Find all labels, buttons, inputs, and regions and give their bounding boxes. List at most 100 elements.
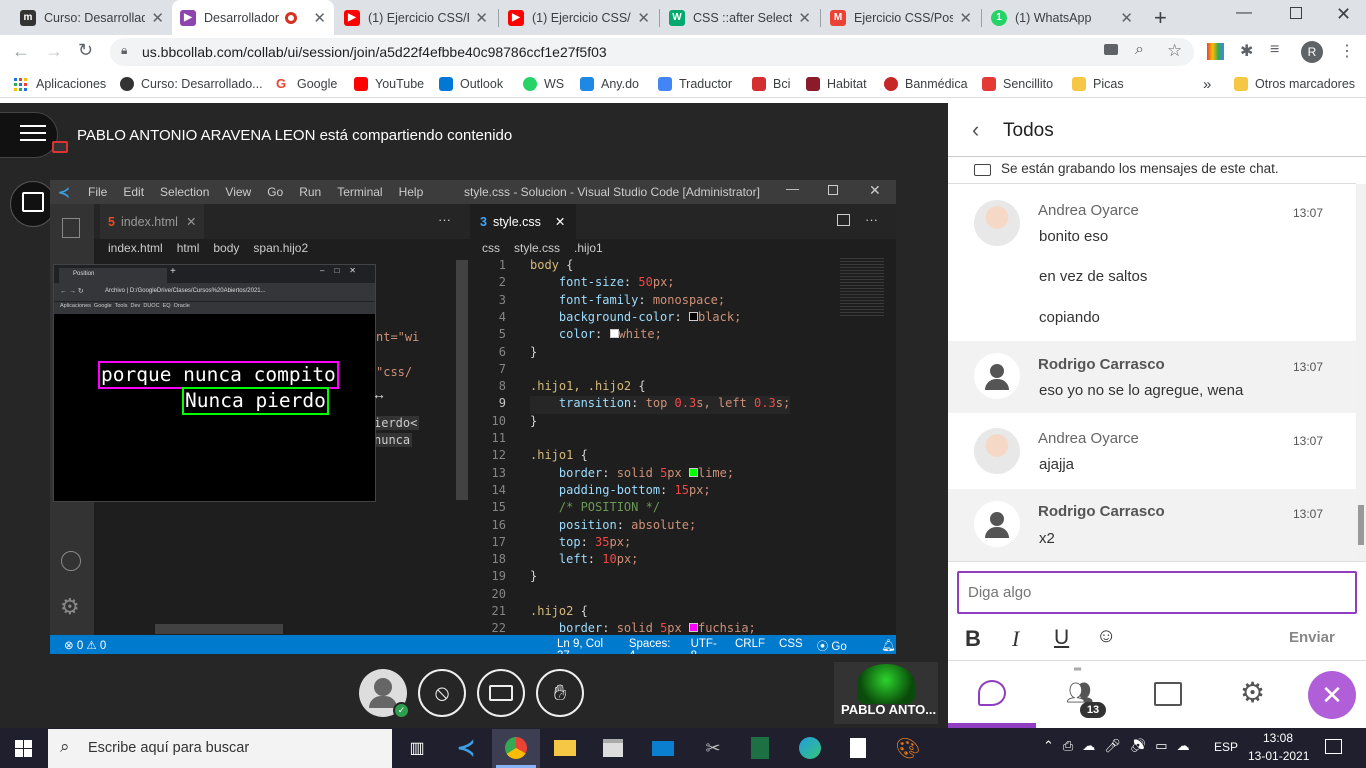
preview-new-tab-icon[interactable]: + [170,266,176,277]
vscode-taskbar-icon[interactable]: ≺ [451,733,481,763]
settings-gear-icon[interactable]: ⚙ [60,594,80,620]
settings-tab-icon[interactable]: ⚙ [1240,676,1265,709]
left-scrollbar[interactable] [456,260,468,500]
browser-tab[interactable]: m Curso: Desarrollad ✕ [12,0,172,35]
file-explorer-icon[interactable] [550,733,580,763]
preview-tab[interactable]: Position [59,268,167,283]
bookmark-item[interactable]: Outlook [439,75,503,93]
tab-index-html[interactable]: 5 index.html ✕ [100,204,204,239]
chat-tab-icon[interactable] [978,680,1006,706]
close-tab-icon[interactable]: ✕ [637,9,650,27]
other-bookmarks[interactable]: Otros marcadores [1234,75,1355,93]
bookmark-item[interactable]: YouTube [354,75,424,93]
language-mode[interactable]: CSS [779,638,803,654]
problems-indicator[interactable]: ⊗ 0 ⚠ 0 [64,638,106,652]
browser-tab[interactable]: 1 (1) WhatsApp ✕ [983,0,1141,35]
excel-icon[interactable] [745,733,775,763]
notepad-icon[interactable] [843,733,873,763]
back-icon[interactable]: ← [12,41,30,62]
paint-icon[interactable]: 🎨︎ [893,733,923,763]
emoji-button[interactable]: ☺ [1096,625,1116,648]
mail-icon[interactable] [648,733,678,763]
vscode-maximize-icon[interactable] [828,185,838,195]
line-ending[interactable]: CRLF [735,638,765,654]
close-panel-button[interactable]: ✕ [1308,671,1356,719]
extension-icon[interactable] [1207,43,1224,60]
bookmark-item[interactable]: Traductor [658,75,732,93]
breadcrumb-item[interactable]: .hijo1 [574,241,603,255]
code-editor[interactable]: 1 body {2 font-size: 50px; 3 font-family: … [468,258,888,638]
bold-button[interactable]: B [965,626,981,652]
bookmark-apps[interactable]: Aplicaciones [14,75,106,93]
italic-button[interactable]: I [1012,626,1019,652]
explorer-icon[interactable] [62,218,80,238]
bookmark-item[interactable]: Banmédica [884,75,968,93]
vscode-close-icon[interactable]: ✕ [869,182,881,199]
system-tray-icons[interactable]: ⌃⎙☁🎤︎🔊︎▭☁ [1043,738,1199,754]
zoom-icon[interactable]: ⌕ [1135,41,1144,59]
puzzle-icon[interactable]: ✱ [1240,41,1253,61]
horizontal-scrollbar[interactable] [155,624,283,634]
go-live-button[interactable]: ⦿ Go Live [817,638,868,654]
breadcrumb-item[interactable]: index.html [108,241,163,255]
store-icon[interactable] [598,733,628,763]
bookmark-item[interactable]: Habitat [806,75,867,93]
bookmark-item[interactable]: G Google [276,75,337,93]
close-tab-icon[interactable]: ✕ [475,9,488,27]
encoding[interactable]: UTF-8 [691,638,721,654]
menu-go[interactable]: Go [267,185,283,199]
chat-input[interactable] [957,571,1357,614]
breadcrumb-item[interactable]: style.css [514,241,560,255]
raise-hand-button[interactable]: ✋︎ [536,669,584,717]
menu-icon[interactable]: ⋮ [1339,41,1355,61]
preview-address[interactable]: Archivo | D:/GoogleDrive/Clases/Cursos%2… [105,288,266,294]
close-tab-icon[interactable]: ✕ [313,9,326,27]
close-tab-icon[interactable]: ✕ [1120,9,1133,27]
split-editor-icon[interactable] [837,214,850,226]
chat-scrollbar-thumb[interactable] [1358,505,1364,545]
media-icon[interactable]: ≡ [1270,41,1279,59]
indentation[interactable]: Spaces: 4 [629,638,677,654]
chrome-taskbar-icon[interactable] [501,733,531,763]
back-chevron-icon[interactable]: ‹ [972,117,979,143]
menu-run[interactable]: Run [299,185,321,199]
bookmark-item[interactable]: Sencillito [982,75,1053,93]
bookmark-folder[interactable]: Picas [1072,75,1124,93]
bookmark-item[interactable]: Any.do [580,75,639,93]
more-actions-icon[interactable]: ··· [438,212,451,227]
close-tab-icon[interactable]: ✕ [186,214,196,229]
account-icon[interactable] [61,551,81,571]
new-tab-icon[interactable]: + [1154,5,1167,31]
cursor-position[interactable]: Ln 9, Col 37 [557,638,615,654]
snip-tool-icon[interactable]: ✂ [698,733,728,763]
maximize-icon[interactable] [1290,7,1302,19]
close-tab-icon[interactable]: ✕ [555,214,565,229]
menu-selection[interactable]: Selection [160,185,209,199]
breadcrumb-item[interactable]: body [213,241,239,255]
bookmark-item[interactable]: Curso: Desarrollado... [120,75,263,93]
close-tab-icon[interactable]: ✕ [959,9,972,27]
minimize-icon[interactable]: — [1236,4,1252,22]
browser-tab[interactable]: M Ejercicio CSS/Posit ✕ [822,0,980,35]
input-language[interactable]: ESP [1214,740,1238,754]
breadcrumb-item[interactable]: span.hijo2 [253,241,308,255]
menu-view[interactable]: View [225,185,251,199]
bookmark-item[interactable]: WS [523,75,564,93]
minimap[interactable] [840,258,884,318]
close-tab-icon[interactable]: ✕ [798,9,811,27]
lock-icon[interactable]: 🔒︎ [121,43,127,58]
menu-terminal[interactable]: Terminal [337,185,382,199]
vscode-minimize-icon[interactable]: — [786,181,799,196]
share-content-tab-icon[interactable] [1154,682,1182,706]
bookmarks-overflow[interactable]: » [1203,75,1211,93]
menu-edit[interactable]: Edit [123,185,144,199]
drag-handle-icon[interactable]: ═ [1074,664,1081,675]
underline-button[interactable]: U [1054,626,1069,650]
breadcrumb-item[interactable]: css [482,241,500,255]
preview-nav-icons[interactable]: ← → ↻ [60,287,84,295]
menu-help[interactable]: Help [399,185,424,199]
browser-tab[interactable]: ▶ (1) Ejercicio CSS/P ✕ [336,0,496,35]
menu-file[interactable]: File [88,185,107,199]
send-button[interactable]: Enviar [1289,629,1335,646]
clock-date[interactable]: 13-01-2021 [1248,749,1309,763]
